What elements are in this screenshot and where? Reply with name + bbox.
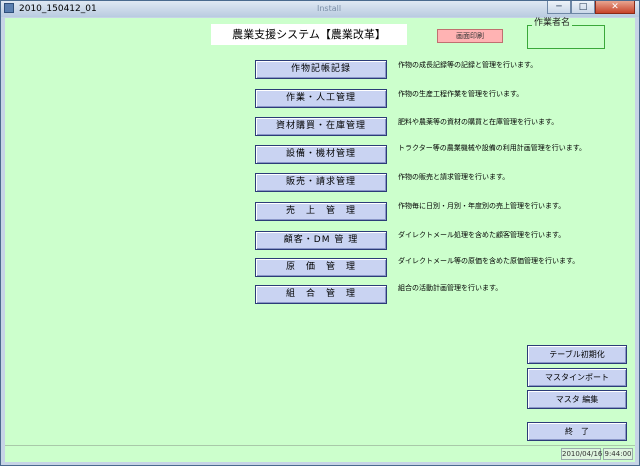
status-date: 2010/04/16 bbox=[561, 448, 603, 460]
maximize-button[interactable]: □ bbox=[571, 1, 595, 14]
materials-inventory-desc: 肥料や農薬等の資材の購買と在庫管理を行います。 bbox=[398, 118, 559, 126]
title-bar[interactable]: 2010_150412_01 Install ─ □ ✕ bbox=[1, 1, 639, 17]
work-labor-button[interactable]: 作業・人工管理 bbox=[255, 89, 387, 108]
revenue-button[interactable]: 売 上 管 理 bbox=[255, 202, 387, 221]
print-screen-button[interactable]: 画面印刷 bbox=[437, 29, 503, 43]
main-window: 2010_150412_01 Install ─ □ ✕ 農業支援システム【農業… bbox=[0, 0, 640, 466]
status-bar: 2010/04/16 9:44:00 bbox=[5, 445, 635, 462]
ghost-title: Install bbox=[317, 4, 342, 13]
crop-record-button[interactable]: 作物記帳記録 bbox=[255, 60, 387, 79]
app-icon bbox=[4, 3, 14, 13]
status-time: 9:44:00 bbox=[603, 448, 633, 460]
minimize-button[interactable]: ─ bbox=[547, 1, 571, 14]
worker-name-label: 作業者名 bbox=[532, 18, 573, 29]
main-panel: 農業支援システム【農業改革】 画面印刷 作業者名 作物記帳記録 作物の成長記録等… bbox=[5, 18, 635, 462]
window-controls: ─ □ ✕ bbox=[547, 1, 635, 15]
equipment-desc: トラクター等の農業機械や設備の利用計画管理を行います。 bbox=[398, 144, 587, 152]
crop-record-desc: 作物の成長記録等の記録と管理を行います。 bbox=[398, 61, 538, 69]
master-import-button[interactable]: マスタインポート bbox=[527, 368, 627, 387]
exit-button[interactable]: 終 了 bbox=[527, 422, 627, 441]
master-edit-button[interactable]: マスタ 編集 bbox=[527, 390, 627, 409]
union-desc: 組合の活動計画管理を行います。 bbox=[398, 284, 503, 292]
close-button[interactable]: ✕ bbox=[595, 1, 635, 14]
customer-dm-button[interactable]: 顧客・DM 管 理 bbox=[255, 231, 387, 250]
union-button[interactable]: 組 合 管 理 bbox=[255, 285, 387, 304]
window-title: 2010_150412_01 bbox=[19, 4, 97, 14]
cost-button[interactable]: 原 価 管 理 bbox=[255, 258, 387, 277]
table-init-button[interactable]: テーブル初期化 bbox=[527, 345, 627, 364]
sales-billing-desc: 作物の販売と請求管理を行います。 bbox=[398, 173, 510, 181]
customer-dm-desc: ダイレクトメール処理を含めた顧客管理を行います。 bbox=[398, 231, 566, 239]
sales-billing-button[interactable]: 販売・請求管理 bbox=[255, 173, 387, 192]
cost-desc: ダイレクトメール等の原価を含めた原価管理を行います。 bbox=[398, 257, 580, 265]
worker-name-box: 作業者名 bbox=[527, 18, 605, 49]
revenue-desc: 作物毎に日別・月別・年度別の売上管理を行います。 bbox=[398, 202, 566, 210]
materials-inventory-button[interactable]: 資材購買・在庫管理 bbox=[255, 117, 387, 136]
equipment-button[interactable]: 設備・機材管理 bbox=[255, 145, 387, 164]
app-title: 農業支援システム【農業改革】 bbox=[211, 24, 407, 45]
work-labor-desc: 作物の生産工程作業を管理を行います。 bbox=[398, 90, 524, 98]
